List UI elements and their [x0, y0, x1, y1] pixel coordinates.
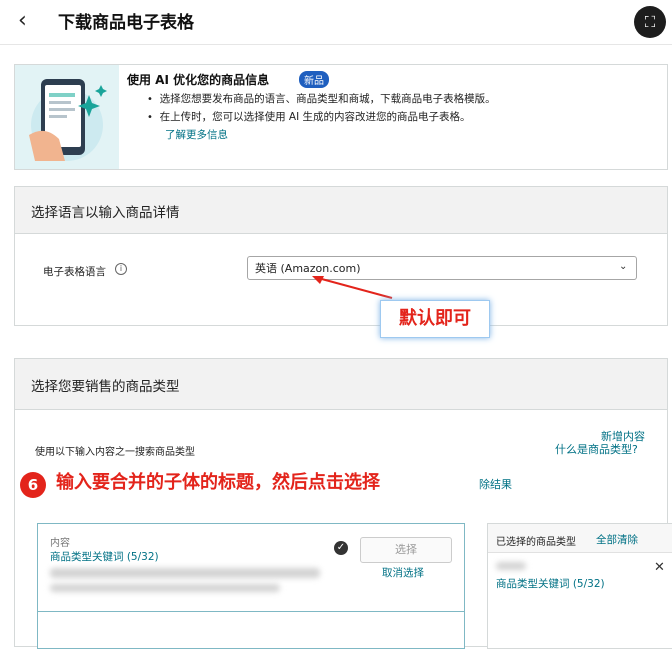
- bullet-dot: •: [147, 112, 153, 123]
- language-panel-title: 选择语言以输入商品详情: [31, 205, 180, 221]
- learn-more-link[interactable]: 了解更多信息: [165, 127, 228, 142]
- what-is-product-type-link[interactable]: 什么是商品类型?: [555, 441, 638, 457]
- scan-icon[interactable]: ⛶: [634, 6, 666, 38]
- selected-types-header: 已选择的商品类型 全部清除: [488, 524, 672, 553]
- language-panel-header: 选择语言以输入商品详情: [15, 187, 667, 234]
- deselect-link[interactable]: 取消选择: [382, 565, 424, 580]
- phone-illustration: [15, 65, 119, 169]
- search-results-box: 内容 商品类型关键词 (5/32) ✓ 选择 取消选择: [37, 523, 465, 649]
- result-keyword-link[interactable]: 商品类型关键词 (5/32): [50, 549, 159, 564]
- info-title: 使用 AI 优化您的商品信息: [127, 73, 270, 87]
- check-icon: ✓: [334, 541, 348, 555]
- chevron-left-icon[interactable]: ‹: [18, 8, 27, 33]
- chevron-down-icon[interactable]: ⌄: [619, 261, 627, 272]
- new-badge: 新品: [299, 71, 329, 88]
- redacted-text: [50, 568, 320, 578]
- info-icon[interactable]: i: [115, 263, 127, 275]
- spreadsheet-language-label: 电子表格语言: [43, 266, 106, 278]
- page-title: 下载商品电子表格: [58, 13, 194, 33]
- redacted-text: [496, 562, 526, 570]
- bullet-dot: •: [147, 94, 153, 105]
- clear-results-link[interactable]: 除结果: [479, 476, 512, 492]
- search-label: 使用以下输入内容之一搜索商品类型: [35, 447, 195, 458]
- selected-types-title: 已选择的商品类型: [496, 537, 576, 548]
- bullet-item: • 选择您想要发布商品的语言、商品类型和商城，下载商品电子表格模版。: [147, 91, 496, 106]
- ai-info-card: 使用 AI 优化您的商品信息 新品 • 选择您想要发布商品的语言、商品类型和商城…: [14, 64, 668, 170]
- bullet-item: • 在上传时，您可以选择使用 AI 生成的内容改进您的商品电子表格。: [147, 109, 471, 124]
- product-type-panel-title: 选择您要销售的商品类型: [31, 379, 180, 395]
- bullet-text: 选择您想要发布商品的语言、商品类型和商城，下载商品电子表格模版。: [159, 93, 496, 105]
- clear-all-link[interactable]: 全部清除: [596, 532, 638, 547]
- select-button[interactable]: 选择: [360, 537, 452, 563]
- selected-types-box: 已选择的商品类型 全部清除 商品类型关键词 (5/32) ✕: [487, 523, 672, 649]
- bullet-text: 在上传时，您可以选择使用 AI 生成的内容改进您的商品电子表格。: [159, 111, 471, 123]
- step-instruction: 输入要合并的子体的标题，然后点击选择: [56, 468, 382, 494]
- selected-keyword-link[interactable]: 商品类型关键词 (5/32): [496, 576, 605, 591]
- step-number-badge: 6: [20, 472, 46, 498]
- product-type-panel: 选择您要销售的商品类型 使用以下输入内容之一搜索商品类型 新增内容 什么是商品类…: [14, 358, 672, 649]
- close-icon[interactable]: ✕: [654, 560, 665, 575]
- result-title: 内容: [50, 538, 70, 549]
- divider: [38, 611, 464, 612]
- default-callout: 默认即可: [380, 300, 490, 338]
- redacted-text: [50, 584, 280, 592]
- product-type-panel-header: 选择您要销售的商品类型: [15, 359, 667, 410]
